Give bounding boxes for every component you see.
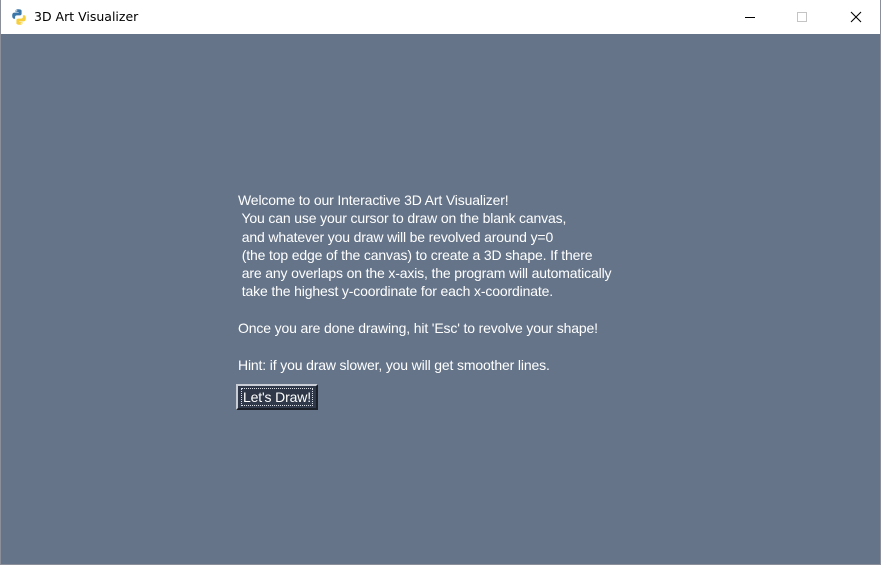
lets-draw-button[interactable]: Let's Draw! xyxy=(236,384,318,410)
maximize-button[interactable] xyxy=(779,0,825,34)
welcome-message: Welcome to our Interactive 3D Art Visual… xyxy=(238,192,612,373)
minimize-icon xyxy=(745,17,755,18)
minimize-button[interactable] xyxy=(727,0,773,34)
window-title: 3D Art Visualizer xyxy=(34,9,139,24)
python-icon xyxy=(12,9,26,25)
main-canvas-area: Welcome to our Interactive 3D Art Visual… xyxy=(1,34,880,564)
lets-draw-button-label: Let's Draw! xyxy=(241,388,313,406)
title-bar[interactable]: 3D Art Visualizer xyxy=(1,0,880,34)
close-icon xyxy=(850,11,862,23)
app-window: 3D Art Visualizer Welcome to our Interac… xyxy=(0,0,881,565)
close-button[interactable] xyxy=(833,0,879,34)
maximize-icon xyxy=(797,12,807,22)
